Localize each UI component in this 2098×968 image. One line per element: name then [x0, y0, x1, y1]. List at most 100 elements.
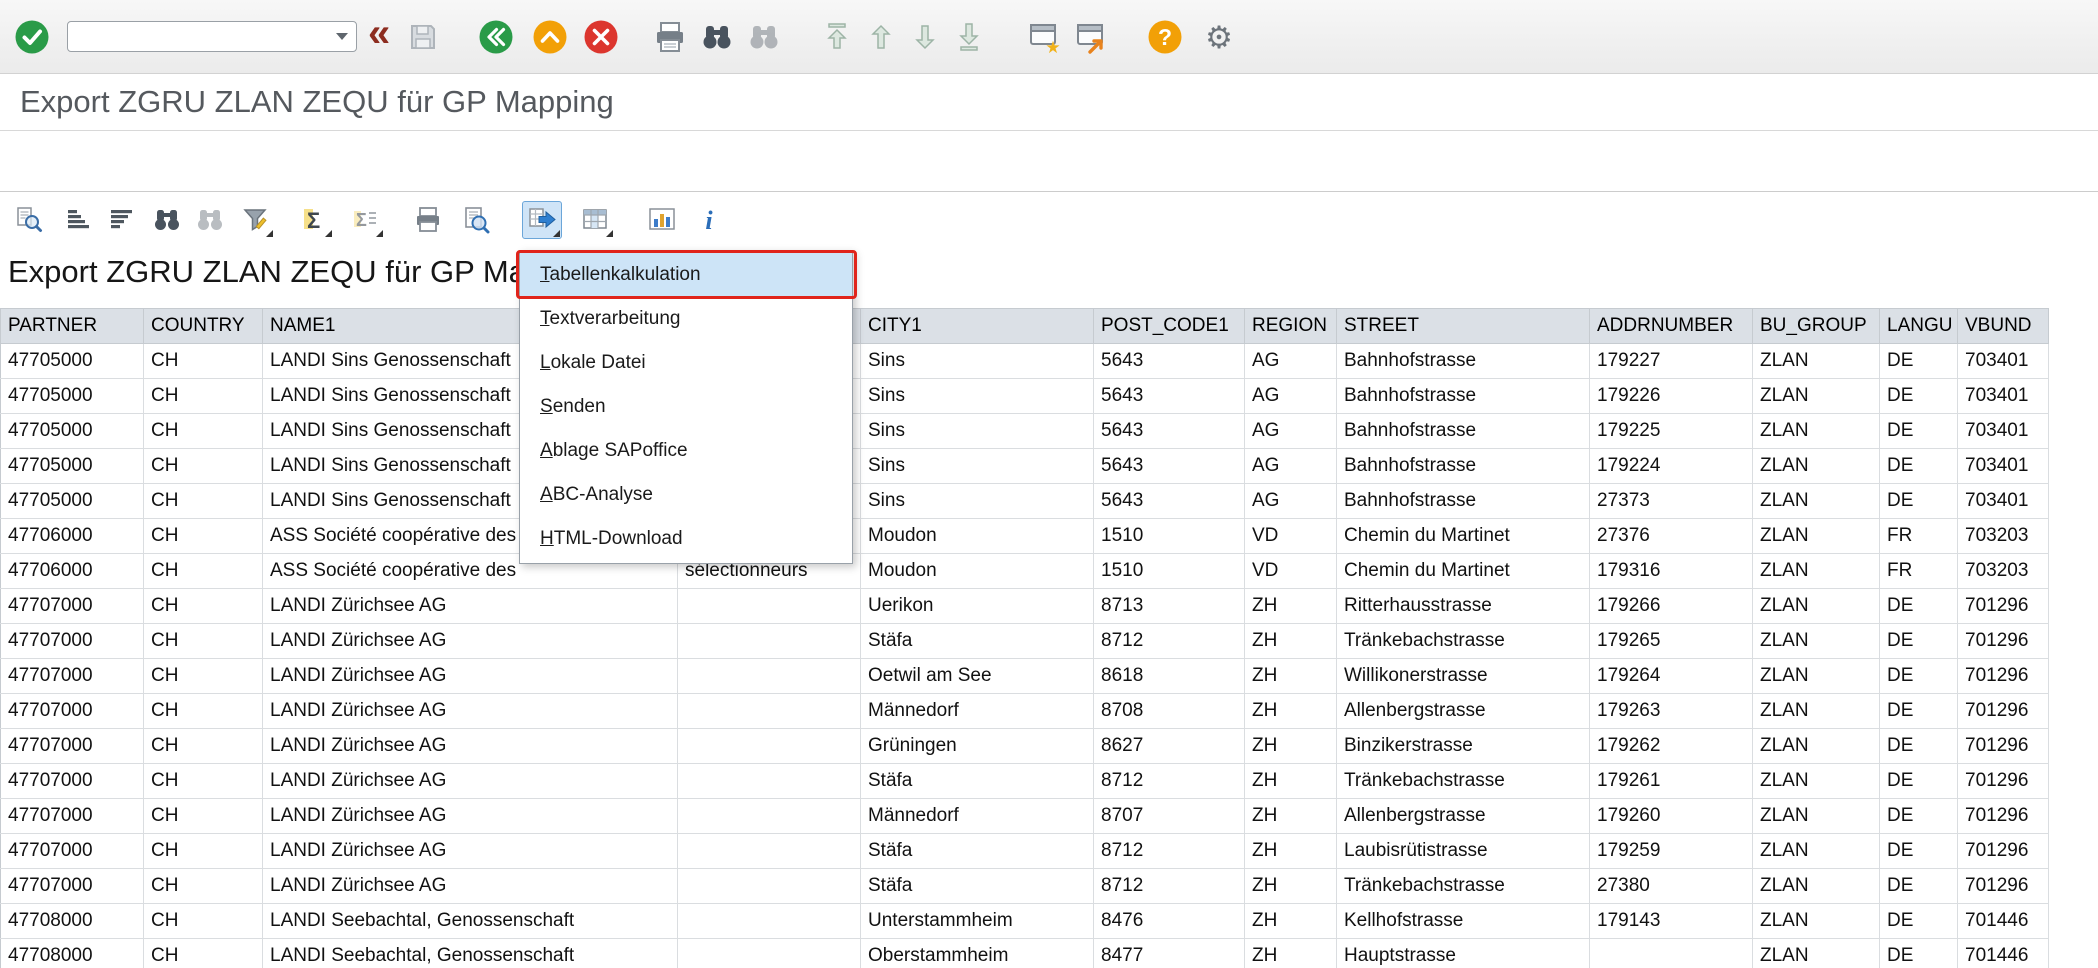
- cell-langu[interactable]: DE: [1880, 344, 1958, 379]
- cell-post-code1[interactable]: 5643: [1094, 449, 1245, 484]
- cell-city1[interactable]: Moudon: [861, 554, 1094, 589]
- cell-addrnumber[interactable]: 179259: [1590, 834, 1753, 869]
- cell-langu[interactable]: DE: [1880, 904, 1958, 939]
- cell-city1[interactable]: Sins: [861, 379, 1094, 414]
- cell-street[interactable]: Tränkebachstrasse: [1337, 764, 1590, 799]
- cell-post-code1[interactable]: 8708: [1094, 694, 1245, 729]
- cell-vbund[interactable]: 703401: [1958, 379, 2049, 414]
- cell-name2[interactable]: [678, 939, 861, 968]
- cell-region[interactable]: ZH: [1245, 904, 1337, 939]
- cell-street[interactable]: Tränkebachstrasse: [1337, 869, 1590, 904]
- menu-item-textverarbeitung[interactable]: Textverarbeitung: [520, 297, 852, 341]
- back-button[interactable]: [476, 17, 516, 57]
- cell-region[interactable]: ZH: [1245, 659, 1337, 694]
- cell-bu-group[interactable]: ZLAN: [1753, 589, 1880, 624]
- cell-street[interactable]: Laubisrütistrasse: [1337, 834, 1590, 869]
- cell-bu-group[interactable]: ZLAN: [1753, 554, 1880, 589]
- cell-addrnumber[interactable]: 179260: [1590, 799, 1753, 834]
- cell-bu-group[interactable]: ZLAN: [1753, 484, 1880, 519]
- cell-region[interactable]: ZH: [1245, 589, 1337, 624]
- cell-post-code1[interactable]: 5643: [1094, 344, 1245, 379]
- cell-country[interactable]: CH: [144, 764, 263, 799]
- cell-city1[interactable]: Stäfa: [861, 834, 1094, 869]
- choose-layout-button[interactable]: [575, 201, 615, 239]
- column-header-bu-group[interactable]: BU_GROUP: [1753, 309, 1880, 344]
- cell-langu[interactable]: FR: [1880, 554, 1958, 589]
- menu-item-abc-analyse[interactable]: ABC-Analyse: [520, 473, 852, 517]
- cell-addrnumber[interactable]: 179143: [1590, 904, 1753, 939]
- cell-bu-group[interactable]: ZLAN: [1753, 729, 1880, 764]
- cell-name2[interactable]: [678, 589, 861, 624]
- cell-bu-group[interactable]: ZLAN: [1753, 834, 1880, 869]
- cell-bu-group[interactable]: ZLAN: [1753, 414, 1880, 449]
- cell-bu-group[interactable]: ZLAN: [1753, 869, 1880, 904]
- cell-country[interactable]: CH: [144, 519, 263, 554]
- cell-region[interactable]: ZH: [1245, 869, 1337, 904]
- cell-name1[interactable]: LANDI Zürichsee AG: [263, 694, 678, 729]
- cell-city1[interactable]: Grüningen: [861, 729, 1094, 764]
- cell-region[interactable]: AG: [1245, 379, 1337, 414]
- cell-post-code1[interactable]: 8712: [1094, 764, 1245, 799]
- find-next-button-alv[interactable]: [190, 201, 230, 239]
- cell-region[interactable]: ZH: [1245, 834, 1337, 869]
- cell-region[interactable]: AG: [1245, 414, 1337, 449]
- cell-partner[interactable]: 47707000: [1, 799, 144, 834]
- command-field[interactable]: [67, 21, 357, 52]
- cell-country[interactable]: CH: [144, 904, 263, 939]
- last-page-button[interactable]: [949, 17, 989, 57]
- cell-name2[interactable]: [678, 659, 861, 694]
- column-header-vbund[interactable]: VBUND: [1958, 309, 2049, 344]
- cell-bu-group[interactable]: ZLAN: [1753, 344, 1880, 379]
- cell-bu-group[interactable]: ZLAN: [1753, 379, 1880, 414]
- cell-partner[interactable]: 47706000: [1, 519, 144, 554]
- cell-partner[interactable]: 47707000: [1, 624, 144, 659]
- cell-street[interactable]: Tränkebachstrasse: [1337, 624, 1590, 659]
- cell-name1[interactable]: LANDI Seebachtal, Genossenschaft: [263, 904, 678, 939]
- cell-street[interactable]: Bahnhofstrasse: [1337, 449, 1590, 484]
- cell-bu-group[interactable]: ZLAN: [1753, 449, 1880, 484]
- cell-langu[interactable]: DE: [1880, 729, 1958, 764]
- cell-country[interactable]: CH: [144, 659, 263, 694]
- cell-street[interactable]: Bahnhofstrasse: [1337, 484, 1590, 519]
- details-button[interactable]: [8, 201, 48, 239]
- cell-langu[interactable]: DE: [1880, 414, 1958, 449]
- cell-name1[interactable]: LANDI Zürichsee AG: [263, 729, 678, 764]
- cell-country[interactable]: CH: [144, 694, 263, 729]
- menu-item-html-download[interactable]: HTML-Download: [520, 517, 852, 561]
- cell-name2[interactable]: [678, 729, 861, 764]
- cell-bu-group[interactable]: ZLAN: [1753, 694, 1880, 729]
- sum-button[interactable]: Σ: [294, 201, 334, 239]
- print-button-alv[interactable]: [408, 201, 448, 239]
- cell-vbund[interactable]: 701296: [1958, 799, 2049, 834]
- cell-country[interactable]: CH: [144, 484, 263, 519]
- cell-city1[interactable]: Sins: [861, 414, 1094, 449]
- cell-street[interactable]: Allenbergstrasse: [1337, 694, 1590, 729]
- cell-partner[interactable]: 47705000: [1, 379, 144, 414]
- cell-bu-group[interactable]: ZLAN: [1753, 904, 1880, 939]
- info-button[interactable]: i: [689, 201, 729, 239]
- filter-button[interactable]: [235, 201, 275, 239]
- cell-name2[interactable]: [678, 799, 861, 834]
- cell-addrnumber[interactable]: 179226: [1590, 379, 1753, 414]
- cell-post-code1[interactable]: 8712: [1094, 869, 1245, 904]
- cell-post-code1[interactable]: 1510: [1094, 519, 1245, 554]
- cell-langu[interactable]: DE: [1880, 624, 1958, 659]
- cell-partner[interactable]: 47707000: [1, 834, 144, 869]
- cell-vbund[interactable]: 701296: [1958, 589, 2049, 624]
- cell-city1[interactable]: Uerikon: [861, 589, 1094, 624]
- graphic-button[interactable]: [642, 201, 682, 239]
- cell-region[interactable]: ZH: [1245, 624, 1337, 659]
- column-header-city1[interactable]: CITY1: [861, 309, 1094, 344]
- settings-button[interactable]: ⚙: [1199, 17, 1239, 57]
- cell-region[interactable]: VD: [1245, 554, 1337, 589]
- cell-vbund[interactable]: 701446: [1958, 904, 2049, 939]
- cell-country[interactable]: CH: [144, 449, 263, 484]
- cell-city1[interactable]: Oetwil am See: [861, 659, 1094, 694]
- cell-addrnumber[interactable]: 179227: [1590, 344, 1753, 379]
- command-input[interactable]: [68, 22, 336, 51]
- cell-vbund[interactable]: 701296: [1958, 834, 2049, 869]
- cell-partner[interactable]: 47705000: [1, 414, 144, 449]
- cell-vbund[interactable]: 701296: [1958, 659, 2049, 694]
- enter-button[interactable]: [12, 17, 52, 57]
- cell-city1[interactable]: Männedorf: [861, 799, 1094, 834]
